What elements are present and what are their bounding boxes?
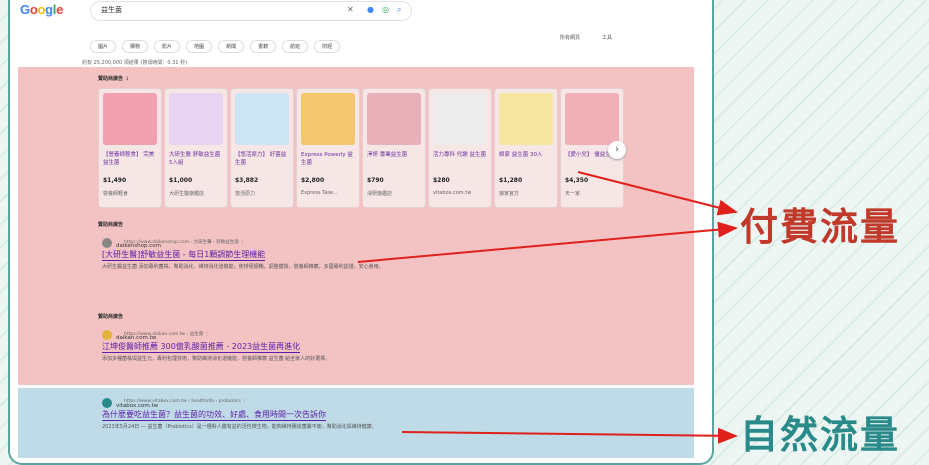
organic-traffic-label: 自然流量: [740, 412, 901, 457]
arrow-ads-to-paid: [357, 221, 738, 263]
arrow-products-to-paid: [577, 171, 738, 216]
paid-traffic-label: 付費流量: [740, 204, 901, 249]
arrow-organic-to-label: [401, 427, 738, 444]
